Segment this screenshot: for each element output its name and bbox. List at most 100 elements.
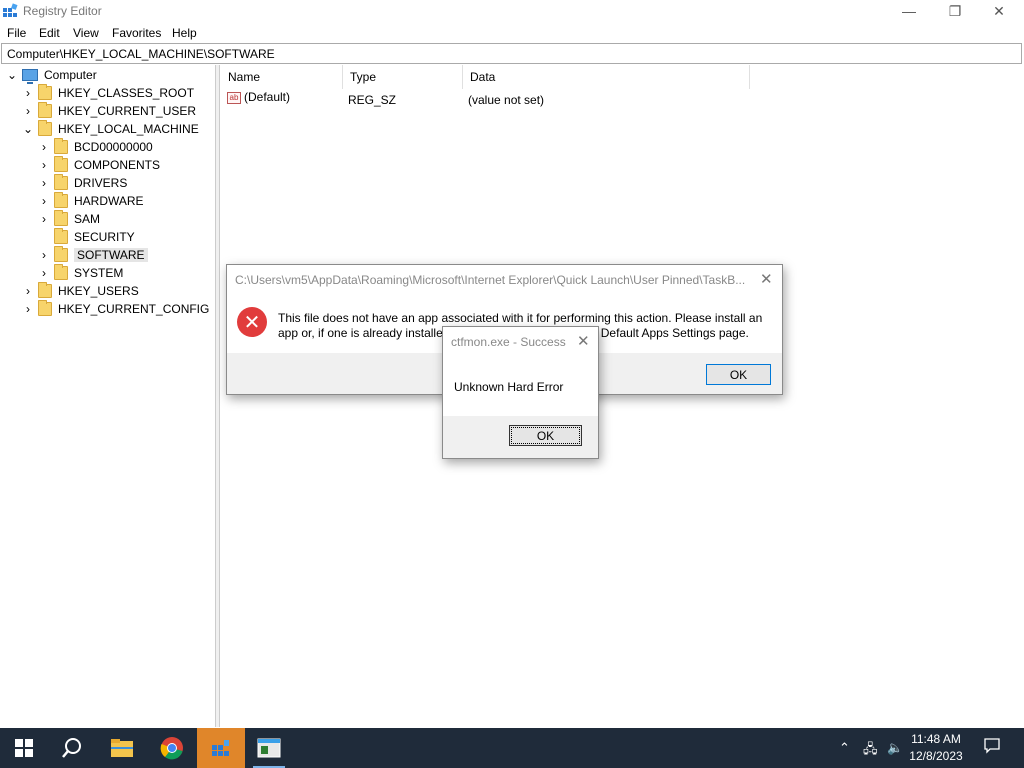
tree-item-hkey-users[interactable]: › HKEY_USERS xyxy=(22,282,139,300)
ok-button[interactable]: OK xyxy=(706,364,771,385)
close-icon[interactable]: ✕ xyxy=(760,270,773,288)
column-header-type[interactable]: Type xyxy=(343,65,463,89)
search-icon xyxy=(62,738,81,758)
windows-logo-icon xyxy=(15,739,33,757)
address-bar[interactable]: Computer\HKEY_LOCAL_MACHINE\SOFTWARE xyxy=(1,43,1022,64)
tree-item-label: BCD00000000 xyxy=(74,140,153,154)
error-x-icon: ✕ xyxy=(237,307,267,337)
chevron-right-icon[interactable]: › xyxy=(22,104,34,118)
tree-item-label: HKEY_USERS xyxy=(58,284,139,298)
tree-item-hkey-local-machine[interactable]: ⌄ HKEY_LOCAL_MACHINE xyxy=(22,120,199,138)
tree-item-label: COMPONENTS xyxy=(74,158,161,172)
folder-icon xyxy=(54,174,68,190)
tree-item-components[interactable]: › COMPONENTS xyxy=(38,156,160,174)
pane-splitter[interactable] xyxy=(216,65,220,727)
folder-icon xyxy=(38,102,52,118)
close-icon: ✕ xyxy=(993,2,1005,19)
tree-item-label: Computer xyxy=(44,68,97,82)
chevron-up-icon[interactable]: ⌃ xyxy=(839,740,850,756)
dialog-title: ctfmon.exe - Success xyxy=(451,335,566,349)
restore-button[interactable]: ❐ xyxy=(932,0,978,22)
chevron-right-icon[interactable]: › xyxy=(38,194,50,208)
dialog-message: Unknown Hard Error xyxy=(454,380,564,394)
string-value-icon: ab xyxy=(227,91,241,104)
folder-icon xyxy=(54,138,68,154)
tree-item-hkey-classes-root[interactable]: › HKEY_CLASSES_ROOT xyxy=(22,84,194,102)
window-title: Registry Editor xyxy=(23,4,102,18)
taskbar-registry-editor[interactable] xyxy=(197,728,245,768)
tree-item-system[interactable]: › SYSTEM xyxy=(38,264,123,282)
chevron-right-icon[interactable]: › xyxy=(38,212,50,226)
menu-file[interactable]: File xyxy=(7,26,26,40)
search-button[interactable] xyxy=(48,728,96,768)
taskbar-file-explorer[interactable] xyxy=(98,728,146,768)
menu-edit[interactable]: Edit xyxy=(39,26,60,40)
menu-favorites[interactable]: Favorites xyxy=(112,26,161,40)
tree-item-computer[interactable]: ⌄ Computer xyxy=(6,66,97,84)
folder-icon xyxy=(54,246,68,262)
title-bar: Registry Editor — ❐ ✕ xyxy=(0,0,1024,22)
message-fragment: Default Apps Settings page. xyxy=(600,326,749,340)
network-icon[interactable]: 🖧 xyxy=(863,740,878,762)
tree-item-security[interactable]: SECURITY xyxy=(38,228,135,246)
computer-icon xyxy=(22,69,38,84)
file-explorer-icon xyxy=(111,739,133,757)
tree-item-sam[interactable]: › SAM xyxy=(38,210,100,228)
ok-button[interactable]: OK xyxy=(509,425,582,446)
chevron-right-icon[interactable]: › xyxy=(38,176,50,190)
minimize-button[interactable]: — xyxy=(886,0,932,22)
value-name: (Default) xyxy=(244,90,291,104)
tree-item-software[interactable]: › SOFTWARE xyxy=(38,246,148,264)
table-row[interactable]: ab (Default) REG_SZ (value not set) xyxy=(227,90,747,110)
tree-item-label: HKEY_CURRENT_USER xyxy=(58,104,197,118)
start-button[interactable] xyxy=(0,728,48,768)
value-type: REG_SZ xyxy=(348,93,397,107)
notification-icon[interactable] xyxy=(984,738,1000,757)
chevron-right-icon[interactable]: › xyxy=(38,248,50,262)
menu-help[interactable]: Help xyxy=(172,26,197,40)
chevron-right-icon[interactable]: › xyxy=(38,158,50,172)
tree-item-label: HKEY_CURRENT_CONFIG xyxy=(58,302,210,316)
tree-item-hkey-current-config[interactable]: › HKEY_CURRENT_CONFIG xyxy=(22,300,209,318)
tree-item-drivers[interactable]: › DRIVERS xyxy=(38,174,127,192)
column-header-data[interactable]: Data xyxy=(463,65,750,89)
tree-item-hkey-current-user[interactable]: › HKEY_CURRENT_USER xyxy=(22,102,196,120)
folder-icon xyxy=(38,120,52,136)
taskbar-chrome[interactable] xyxy=(148,728,196,768)
tree-item-label: SYSTEM xyxy=(74,266,124,280)
folder-icon xyxy=(54,210,68,226)
values-list: Name Type Data ab (Default) REG_SZ (value… xyxy=(221,65,1024,727)
volume-muted-icon[interactable]: 🔈 xyxy=(887,740,903,756)
chevron-down-icon[interactable]: ⌄ xyxy=(6,68,18,82)
chevron-right-icon[interactable]: › xyxy=(22,86,34,100)
registry-editor-icon xyxy=(212,740,229,756)
menu-view[interactable]: View xyxy=(73,26,99,40)
dialog-footer: OK xyxy=(443,416,598,458)
chevron-right-icon[interactable]: › xyxy=(38,266,50,280)
clock[interactable]: 11:48 AM 12/8/2023 xyxy=(906,731,966,765)
folder-icon xyxy=(54,264,68,280)
chevron-right-icon[interactable]: › xyxy=(22,302,34,316)
close-button[interactable]: ✕ xyxy=(976,0,1022,22)
folder-icon xyxy=(54,228,68,244)
tree-item-label: SECURITY xyxy=(74,230,135,244)
window-app-icon xyxy=(257,738,281,758)
chevron-down-icon[interactable]: ⌄ xyxy=(22,122,34,136)
chevron-right-icon[interactable]: › xyxy=(22,284,34,298)
taskbar-app-window[interactable] xyxy=(245,728,293,768)
folder-icon xyxy=(54,156,68,172)
tree-item-hardware[interactable]: › HARDWARE xyxy=(38,192,144,210)
tree-item-label: SOFTWARE xyxy=(74,248,148,262)
close-icon[interactable]: ✕ xyxy=(577,332,590,350)
message-fragment: app or, if one is already installe xyxy=(278,326,443,340)
chevron-right-icon[interactable]: › xyxy=(38,140,50,154)
registry-tree: ⌄ Computer › HKEY_CLASSES_ROOT › HKEY_CU… xyxy=(0,65,216,727)
tree-item-bcd[interactable]: › BCD00000000 xyxy=(38,138,153,156)
folder-icon xyxy=(38,300,52,316)
message-line: This file does not have an app associate… xyxy=(278,311,763,325)
tree-item-label: SAM xyxy=(74,212,101,226)
folder-icon xyxy=(54,192,68,208)
ctfmon-dialog: ctfmon.exe - Success ✕ Unknown Hard Erro… xyxy=(442,326,599,459)
restore-icon: ❐ xyxy=(948,2,962,19)
column-header-name[interactable]: Name xyxy=(221,65,343,89)
